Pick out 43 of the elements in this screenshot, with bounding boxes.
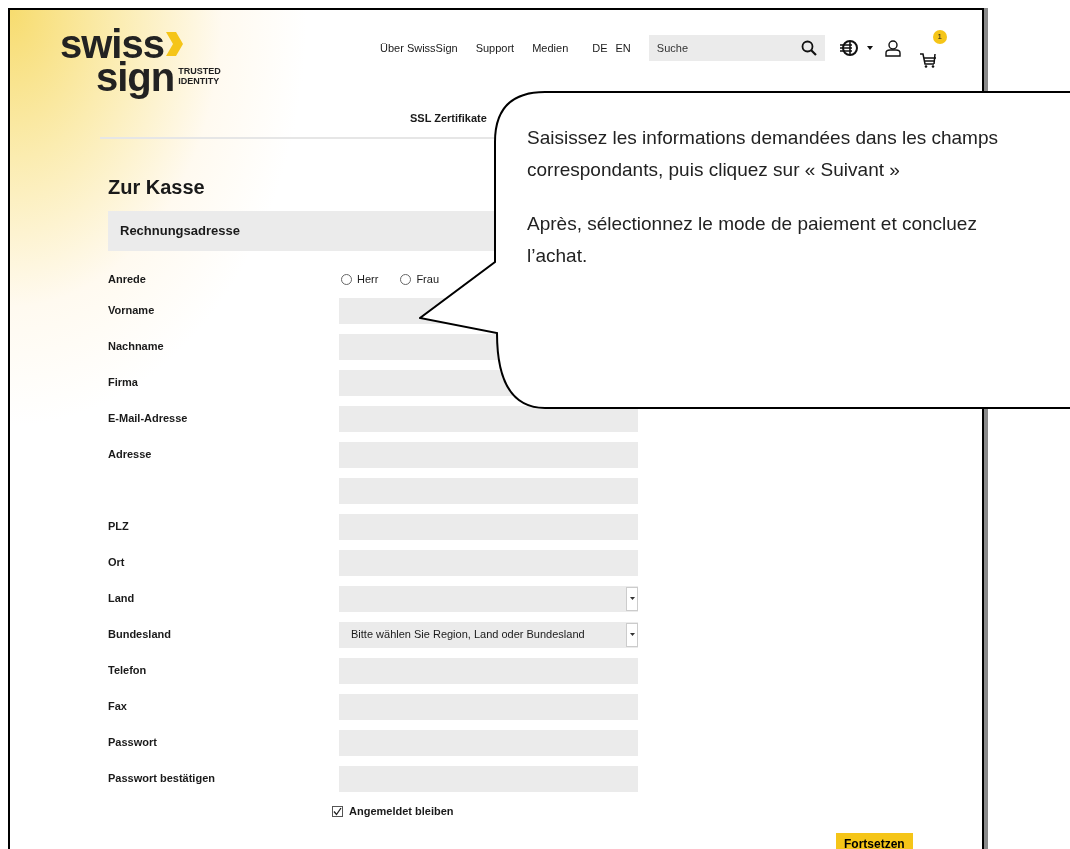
search-icon[interactable] (800, 40, 817, 56)
field-label: E-Mail-Adresse (108, 412, 188, 425)
field-label: Passwort (108, 736, 157, 749)
field-label: PLZ (108, 520, 129, 533)
field-label: Passwort bestätigen (108, 772, 215, 785)
user-icon[interactable] (884, 39, 901, 57)
cart-icon[interactable] (918, 52, 937, 68)
dropdown[interactable]: Bitte wählen Sie Region, Land oder Bundesland (339, 621, 638, 648)
field-label: Bundesland (108, 628, 171, 641)
field-label: Adresse (108, 448, 152, 461)
subnav-link[interactable]: SSL Zertifikate (410, 110, 487, 127)
checkbox[interactable] (332, 806, 343, 817)
field-label: Firma (108, 376, 138, 389)
caret-icon (629, 597, 635, 600)
page-title: Zur Kasse (108, 175, 205, 198)
logo-tagline: TRUSTED (178, 66, 221, 76)
instruction-text: Saisissez les informations demandées dans les champs correspondants, puis cliquez sur « Suivant » (527, 126, 999, 182)
field-label: Telefon (108, 664, 147, 677)
field-label: Fax (108, 700, 127, 713)
dropdown[interactable] (339, 585, 638, 612)
field-label: Vorname (108, 304, 155, 317)
language-link[interactable]: EN (615, 39, 631, 57)
search-field[interactable]: Suche (648, 35, 825, 61)
currency-icon[interactable] (838, 39, 859, 57)
logo-tagline: IDENTITY (178, 76, 221, 86)
cart-count-badge: 1 (932, 30, 947, 44)
input-field[interactable] (339, 405, 638, 432)
caret-icon[interactable] (866, 46, 873, 50)
field-label: Nachname (108, 340, 164, 353)
continue-button[interactable]: Fortsetzen (836, 832, 913, 849)
radio-label: Frau (416, 272, 439, 288)
nav-link[interactable]: Support (475, 39, 515, 57)
nav-link[interactable]: Über SwissSign (380, 39, 458, 57)
language-link[interactable]: DE (592, 39, 608, 57)
instruction-text: Après, sélectionnez le mode de paiement et concluez l’achat. (527, 212, 978, 268)
caret-icon (629, 633, 635, 636)
radio-label: Herr (357, 272, 379, 288)
checkbox-label: Angemeldet bleiben (349, 804, 454, 820)
field-label: Ort (108, 556, 125, 569)
nav-link[interactable]: Medien (532, 39, 569, 57)
field-label: Anrede (108, 273, 146, 286)
chevron-icon (163, 30, 184, 58)
field-label: Land (108, 592, 135, 605)
